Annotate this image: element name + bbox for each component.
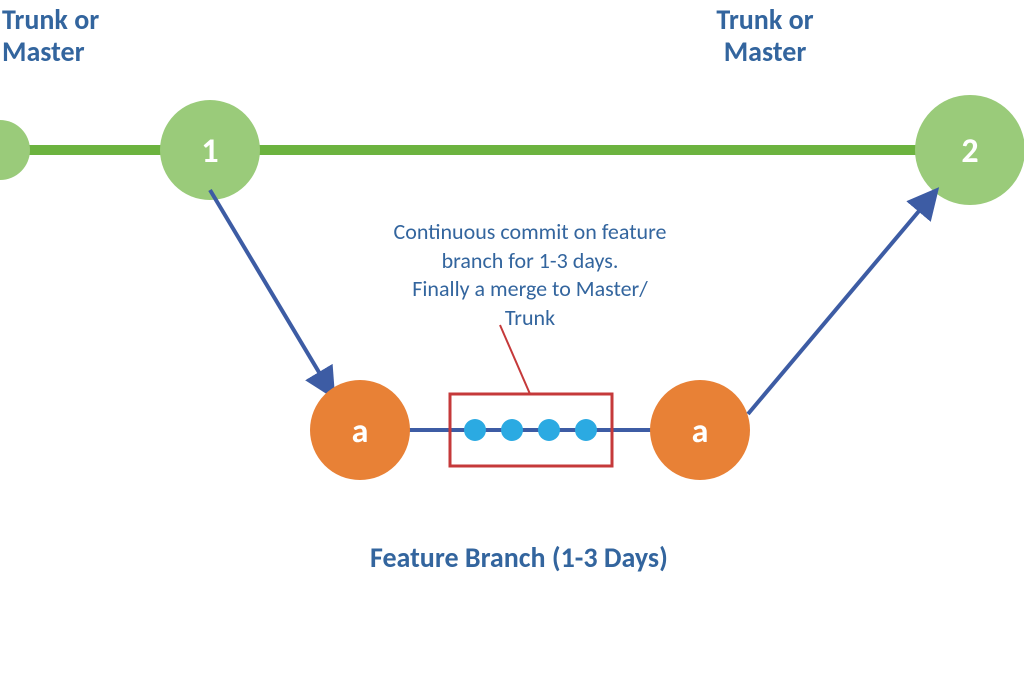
commit-dot: [575, 419, 597, 441]
feature-branch-title: Feature Branch (1-3 Days): [370, 540, 668, 575]
trunk-node-start-circle: [0, 120, 30, 180]
callout-leader: [500, 325, 530, 394]
feature-node-a1-label: a: [352, 411, 369, 452]
feature-node-a2-label: a: [692, 411, 709, 452]
trunk-node-2-label: 2: [961, 131, 978, 172]
branch-arrow: [210, 190, 332, 394]
merge-arrow: [748, 192, 935, 414]
commit-dot: [538, 419, 560, 441]
trunk-label-left: Trunk or Master: [2, 4, 99, 68]
commit-dot: [464, 419, 486, 441]
feature-node-a2: a: [650, 380, 750, 480]
trunk-label-right: Trunk or Master: [665, 4, 865, 68]
commit-dot: [501, 419, 523, 441]
trunk-node-1-label: 1: [201, 131, 218, 172]
trunk-node-2: 2: [915, 95, 1024, 205]
feature-node-a1: a: [310, 380, 410, 480]
diagram-stage: 1 2 a a Trunk or Master Tru: [0, 0, 1024, 674]
callout-text: Continuous commit on feature branch for …: [340, 218, 720, 332]
trunk-node-start: [0, 120, 30, 180]
trunk-node-1: 1: [160, 100, 260, 200]
